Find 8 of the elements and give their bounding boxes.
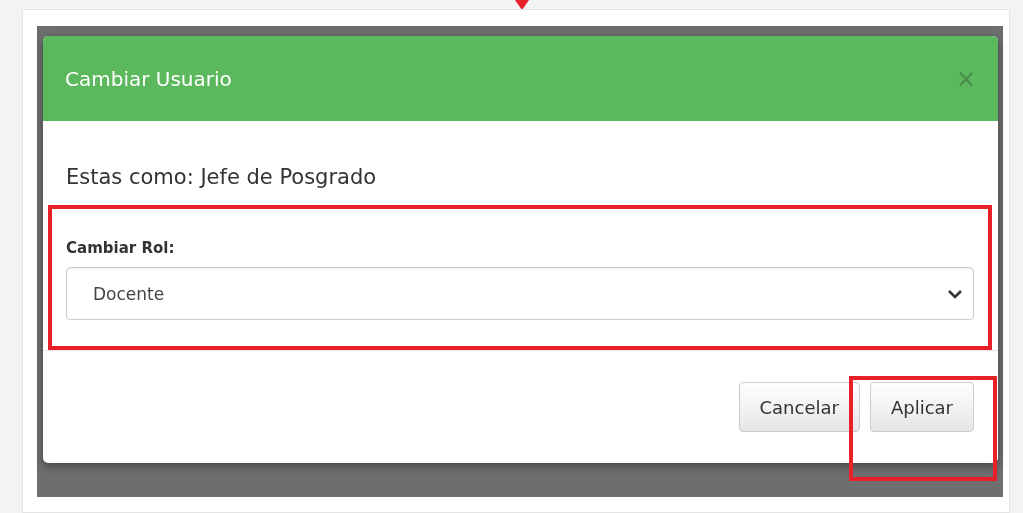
field-label: Cambiar Rol: [66,239,176,257]
apply-button[interactable]: Aplicar [869,382,974,432]
current-role-text: Estas como: Jefe de Posgrado [66,165,378,189]
modal-title: Cambiar Usuario [65,66,232,91]
cancel-button[interactable]: Cancelar [738,382,860,432]
role-select[interactable]: Docente [66,267,974,320]
chevron-down-icon [947,288,963,299]
arrow-icon [515,0,529,10]
